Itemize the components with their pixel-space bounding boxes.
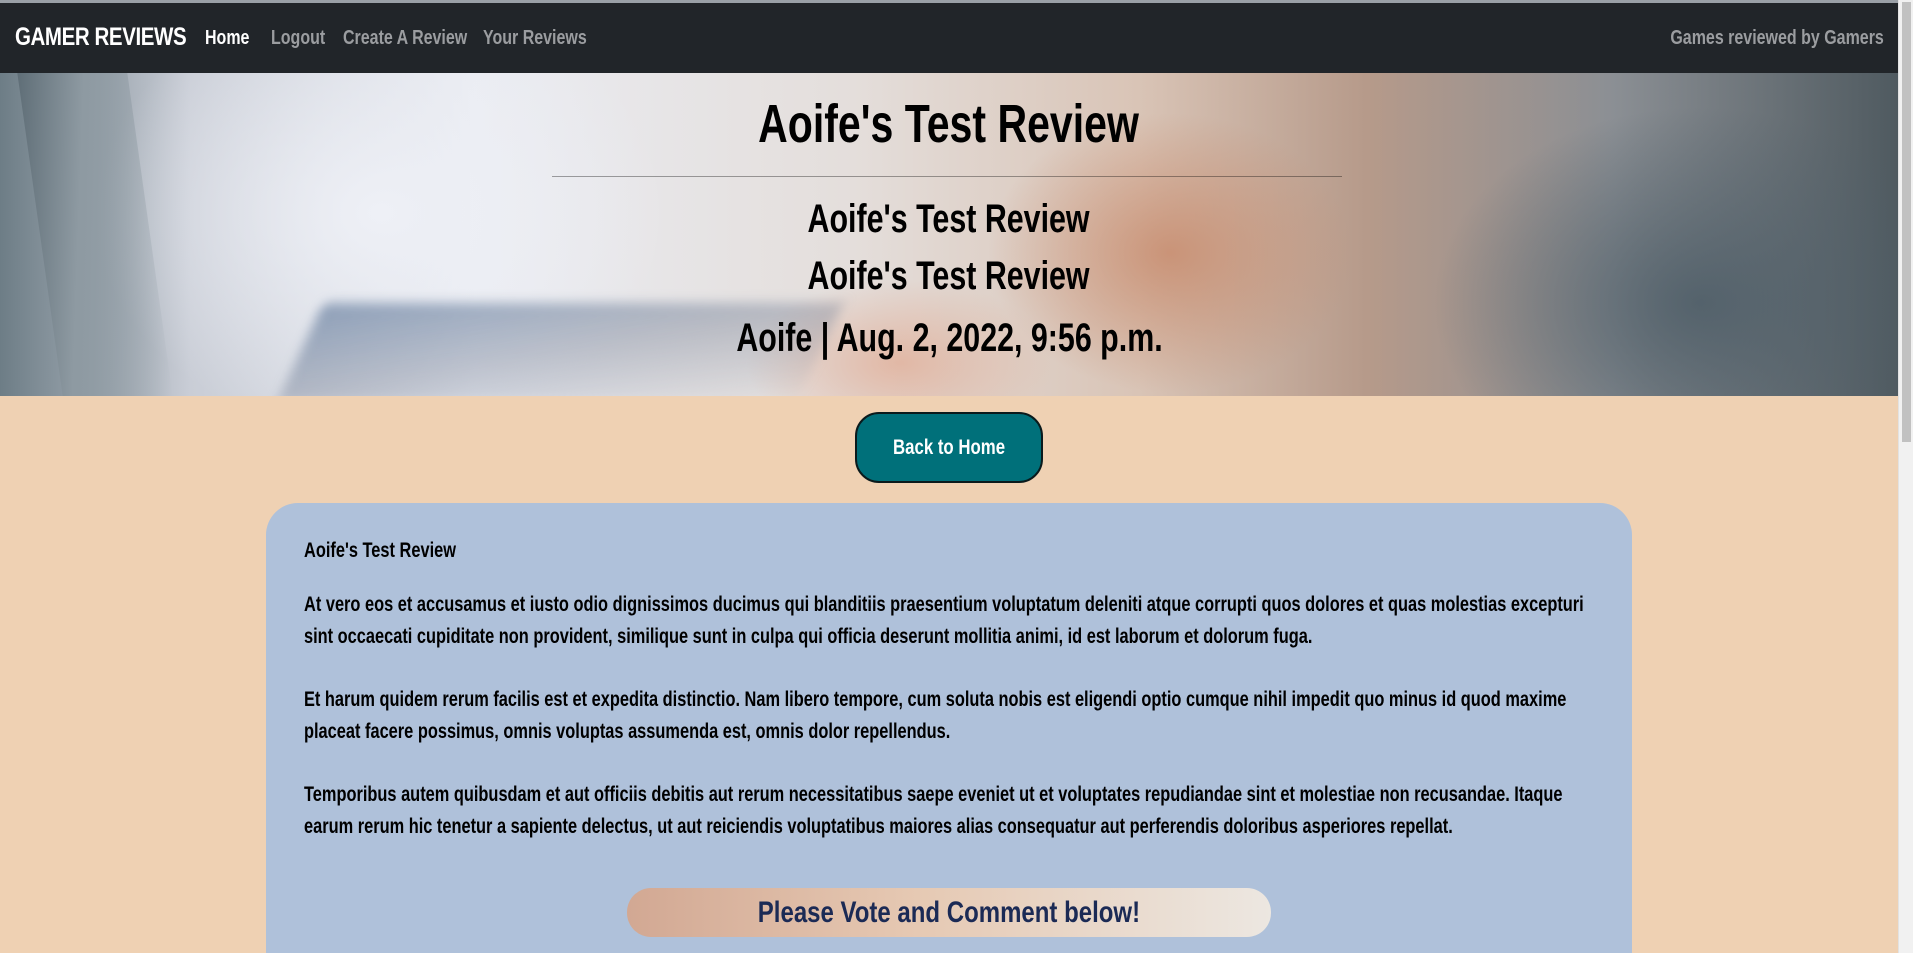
page-title: Aoife's Test Review: [758, 94, 1140, 154]
review-card: Aoife's Test Review At vero eos et accus…: [266, 503, 1632, 953]
hero-banner: Aoife's Test Review Aoife's Test Review …: [0, 73, 1898, 396]
review-author-date: Aoife | Aug. 2, 2022, 9:56 p.m.: [735, 316, 1163, 360]
brand-logo[interactable]: GAMER REVIEWS: [15, 23, 187, 52]
nav-link-create-review[interactable]: Create A Review: [343, 27, 498, 50]
nav-link-logout[interactable]: Logout: [271, 27, 339, 50]
nav-link-your-reviews[interactable]: Your Reviews: [483, 27, 613, 50]
page: GAMER REVIEWS Home Logout Create A Revie…: [0, 0, 1898, 953]
scrollbar-thumb[interactable]: [1902, 2, 1911, 442]
navbar-tagline: Games reviewed by Gamers: [1670, 27, 1884, 49]
review-paragraph: At vero eos et accusamus et iusto odio d…: [304, 593, 1584, 648]
review-title: Aoife's Test Review: [304, 539, 456, 562]
vote-comment-banner: Please Vote and Comment below!: [627, 888, 1271, 937]
hero-subtitle: Aoife's Test Review: [807, 197, 1091, 241]
hero-divider: [552, 176, 1342, 177]
hero-subtitle-secondary: Aoife's Test Review: [807, 254, 1091, 298]
nav-links: Home Logout Create A Review Your Reviews: [205, 27, 630, 50]
vertical-scrollbar[interactable]: [1898, 0, 1913, 953]
navbar: GAMER REVIEWS Home Logout Create A Revie…: [0, 0, 1898, 73]
review-paragraph: Temporibus autem quibusdam et aut offici…: [304, 783, 1563, 838]
nav-link-home[interactable]: Home: [205, 27, 261, 50]
review-paragraph: Et harum quidem rerum facilis est et exp…: [304, 688, 1567, 743]
review-body: Aoife's Test Review At vero eos et accus…: [304, 539, 1604, 874]
hero-content: Aoife's Test Review Aoife's Test Review …: [0, 73, 1898, 396]
back-to-home-button[interactable]: Back to Home: [855, 412, 1043, 483]
